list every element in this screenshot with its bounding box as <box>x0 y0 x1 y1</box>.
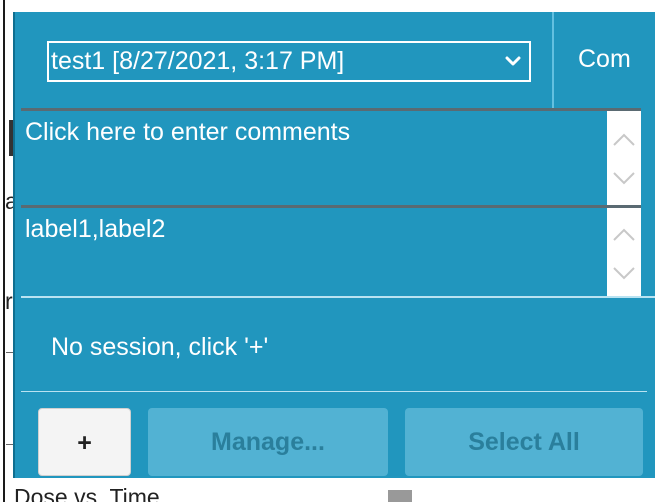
chevron-up-icon[interactable] <box>607 220 641 250</box>
page-edge-line <box>3 0 5 502</box>
chevron-down-icon[interactable] <box>607 163 641 193</box>
session-panel: test1 [8/27/2021, 3:17 PM] Com Click her… <box>13 12 655 478</box>
app-window: a r Dose vs. Time test1 [8/27/2021, 3:17… <box>0 0 655 502</box>
background-chart-title: Dose vs. Time <box>14 484 160 502</box>
select-all-button[interactable]: Select All <box>405 408 643 476</box>
labels-value: label1,label2 <box>25 215 166 243</box>
labels-textarea[interactable]: label1,label2 <box>21 205 641 297</box>
chevron-down-icon[interactable] <box>607 258 641 288</box>
manage-button[interactable]: Manage... <box>148 408 388 476</box>
panel-header: test1 [8/27/2021, 3:17 PM] Com <box>15 12 655 108</box>
chevron-down-icon <box>503 43 523 80</box>
add-session-button[interactable]: + <box>38 408 131 476</box>
comments-scrollbar[interactable] <box>607 111 641 207</box>
session-select-value: test1 [8/27/2021, 3:17 PM] <box>51 47 345 75</box>
comments-textarea[interactable]: Click here to enter comments <box>21 108 641 207</box>
tab-comments[interactable]: Com <box>578 41 631 78</box>
session-status-text: No session, click '+' <box>51 333 269 361</box>
background-block <box>388 490 412 502</box>
background-text-r: r <box>5 288 13 314</box>
labels-scrollbar[interactable] <box>607 208 641 297</box>
comments-placeholder: Click here to enter comments <box>25 118 351 146</box>
session-select[interactable]: test1 [8/27/2021, 3:17 PM] <box>47 41 531 82</box>
header-divider <box>552 12 554 108</box>
session-divider <box>21 296 655 298</box>
button-row-divider <box>21 391 647 392</box>
chevron-up-icon[interactable] <box>607 125 641 155</box>
